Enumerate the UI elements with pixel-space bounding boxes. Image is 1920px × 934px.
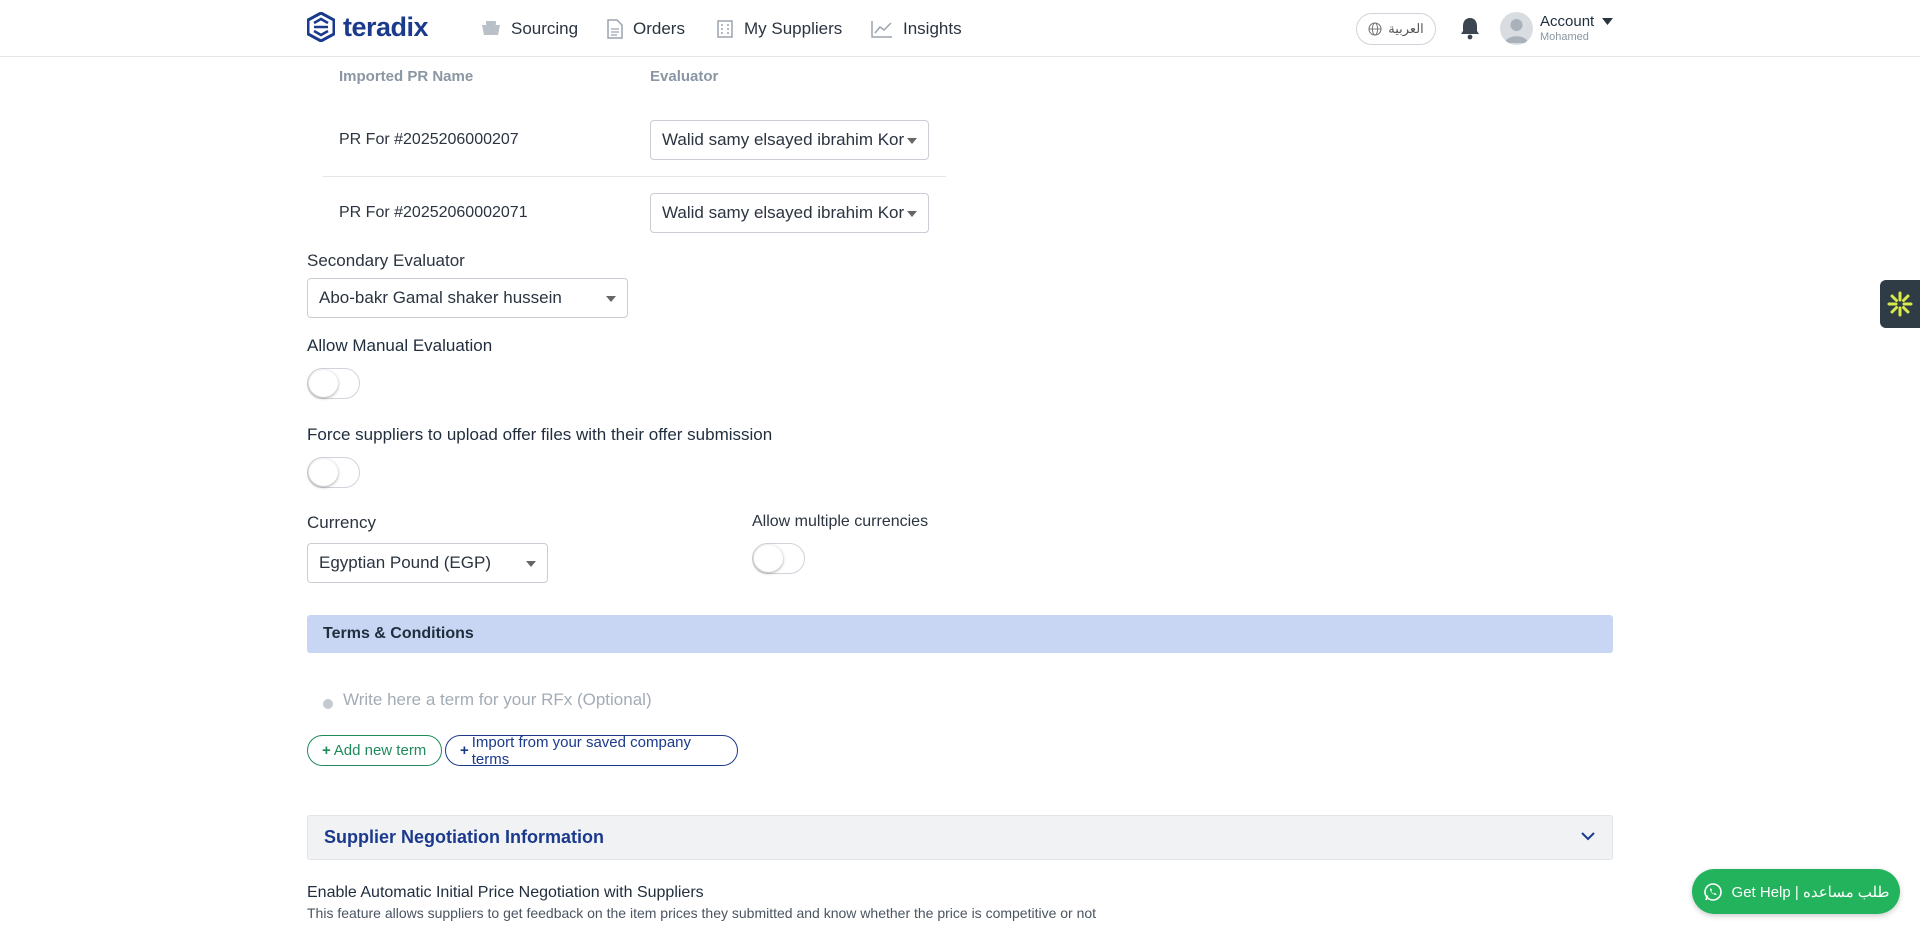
teradix-logo-icon xyxy=(307,12,335,42)
plus-icon: + xyxy=(460,742,469,759)
force-upload-toggle[interactable] xyxy=(307,457,360,488)
account-title: Account xyxy=(1540,13,1595,30)
nav-sourcing[interactable]: Sourcing xyxy=(481,16,578,42)
col-header-evaluator: Evaluator xyxy=(650,68,719,85)
evaluator-select[interactable]: Walid samy elsayed ibrahim Kor xyxy=(650,193,929,233)
term-bullet xyxy=(323,699,333,709)
nav-orders-label: Orders xyxy=(633,19,685,38)
terms-title: Terms & Conditions xyxy=(323,625,474,642)
nav-insights-label: Insights xyxy=(903,19,962,38)
add-new-term-label: Add new term xyxy=(333,742,427,759)
sparkle-icon xyxy=(1887,291,1913,317)
auto-negotiation-title: Enable Automatic Initial Price Negotiati… xyxy=(307,884,704,901)
nav-my-suppliers-label: My Suppliers xyxy=(744,19,843,38)
caret-down-icon xyxy=(907,211,917,217)
manual-evaluation-label: Allow Manual Evaluation xyxy=(307,336,493,355)
caret-down-icon xyxy=(907,138,917,144)
top-navbar: teradix Sourcing Orders My Suppliers Ins… xyxy=(0,0,1920,57)
evaluator-select-value: Walid samy elsayed ibrahim Kor xyxy=(662,130,905,149)
logo-text: teradix xyxy=(343,11,429,42)
language-switch-button[interactable]: العربية xyxy=(1356,13,1436,45)
evaluator-select[interactable]: Walid samy elsayed ibrahim Kor xyxy=(650,120,929,160)
building-icon xyxy=(717,20,733,38)
term-input[interactable] xyxy=(341,688,1241,712)
auto-negotiation-description: This feature allows suppliers to get fee… xyxy=(307,905,1097,921)
currency-select[interactable]: Egyptian Pound (EGP) xyxy=(307,543,548,583)
account-name: Mohamed xyxy=(1540,31,1589,43)
col-header-imported-pr-name: Imported PR Name xyxy=(339,68,474,85)
avatar[interactable] xyxy=(1500,12,1533,45)
multiple-currencies-toggle[interactable] xyxy=(752,543,805,574)
pr-name: PR For #2025206000207 xyxy=(339,131,519,148)
row-divider xyxy=(323,176,946,177)
caret-down-icon[interactable] xyxy=(1602,18,1613,26)
nav-sourcing-label: Sourcing xyxy=(511,19,579,38)
nav-orders[interactable]: Orders xyxy=(607,16,685,42)
toggle-knob xyxy=(309,370,338,397)
plus-icon: + xyxy=(322,742,331,759)
pr-name: PR For #20252060002071 xyxy=(339,204,528,221)
account-menu[interactable]: Account Mohamed xyxy=(1540,14,1594,43)
secondary-evaluator-select[interactable]: Abo-bakr Gamal shaker hussein xyxy=(307,278,628,318)
chevron-down-icon xyxy=(1581,832,1595,841)
negotiation-title: Supplier Negotiation Information xyxy=(324,827,604,847)
negotiation-section-header[interactable]: Supplier Negotiation Information xyxy=(307,815,1613,860)
evaluator-select-value: Walid samy elsayed ibrahim Kor xyxy=(662,203,905,222)
get-help-button[interactable]: Get Help | طلب مساعده xyxy=(1692,869,1900,914)
import-terms-label: Import from your saved company terms xyxy=(471,733,692,768)
globe-icon xyxy=(1368,22,1382,36)
whatsapp-icon xyxy=(1703,882,1722,901)
force-upload-label: Force suppliers to upload offer files wi… xyxy=(307,425,773,444)
currency-label: Currency xyxy=(307,513,376,532)
terms-section-header: Terms & Conditions xyxy=(307,615,1613,653)
chart-line-icon xyxy=(871,21,892,38)
caret-down-icon xyxy=(526,561,536,567)
document-icon xyxy=(607,19,623,39)
nav-my-suppliers[interactable]: My Suppliers xyxy=(716,16,842,42)
cart-icon xyxy=(482,21,500,35)
secondary-evaluator-label: Secondary Evaluator xyxy=(307,251,465,270)
side-widget-button[interactable] xyxy=(1880,280,1920,328)
logo[interactable]: teradix xyxy=(307,11,429,43)
user-icon xyxy=(1505,19,1528,43)
caret-down-icon xyxy=(606,296,616,302)
toggle-knob xyxy=(309,459,338,486)
notification-bell-icon[interactable] xyxy=(1459,16,1481,40)
multiple-currencies-label: Allow multiple currencies xyxy=(752,513,929,530)
import-terms-button[interactable]: + Import from your saved company terms xyxy=(445,733,738,768)
add-new-term-button[interactable]: + Add new term xyxy=(307,735,442,766)
language-label: العربية xyxy=(1388,21,1424,36)
nav-insights[interactable]: Insights xyxy=(871,16,962,42)
manual-evaluation-toggle[interactable] xyxy=(307,368,360,399)
get-help-label: Get Help | طلب مساعده xyxy=(1731,883,1890,901)
toggle-knob xyxy=(754,545,783,572)
currency-value: Egyptian Pound (EGP) xyxy=(319,553,491,572)
secondary-evaluator-value: Abo-bakr Gamal shaker hussein xyxy=(319,288,562,307)
